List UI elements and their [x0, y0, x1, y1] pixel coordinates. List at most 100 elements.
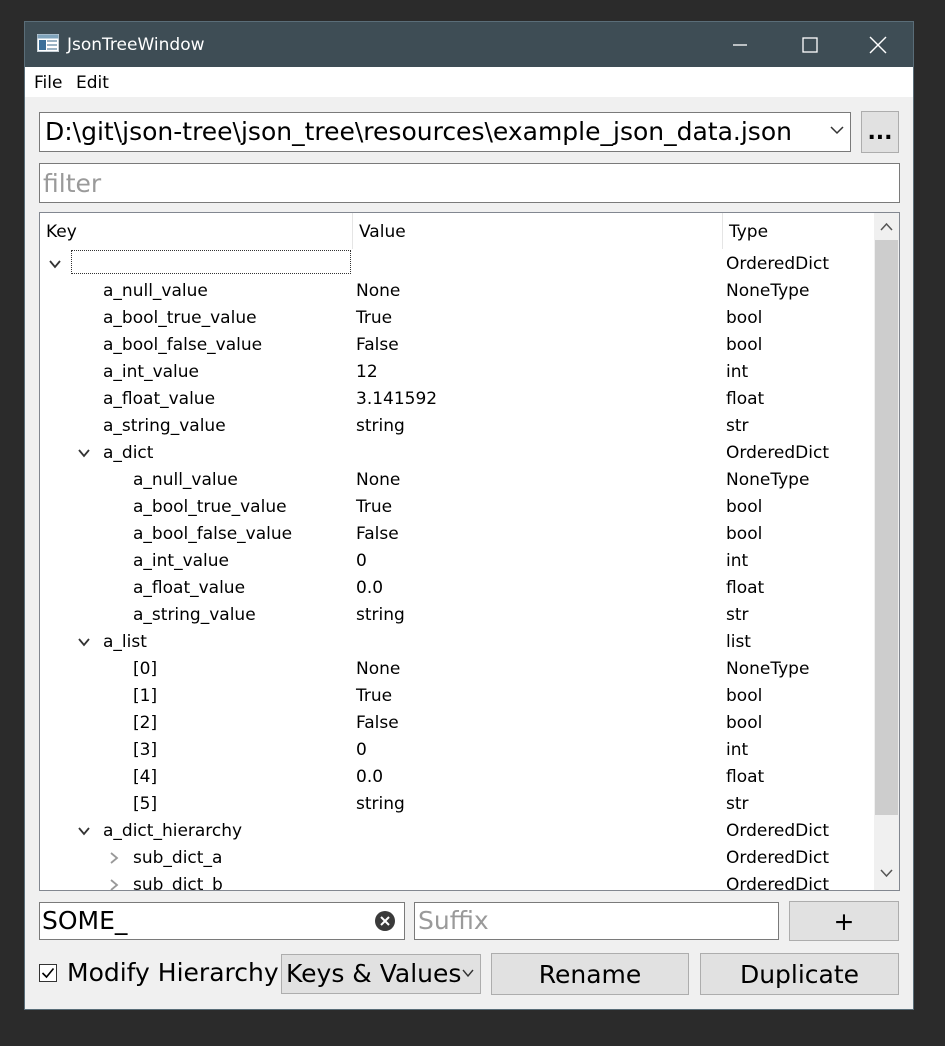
- chevron-down-icon[interactable]: [77, 635, 91, 649]
- row-key: a_null_value: [103, 281, 208, 301]
- tree-row[interactable]: [4] 0.0 float: [40, 764, 874, 791]
- row-key: a_bool_false_value: [103, 335, 263, 355]
- row-type: list: [726, 632, 751, 652]
- scroll-up-icon[interactable]: [880, 222, 893, 231]
- tree-row[interactable]: a_string_value string str: [40, 602, 874, 629]
- add-button[interactable]: +: [789, 901, 899, 941]
- row-value: 0.0: [356, 767, 384, 787]
- file-path-combo[interactable]: D:\git\json-tree\json_tree\resources\exa…: [39, 112, 851, 152]
- row-key: a_dict_hierarchy: [103, 821, 243, 841]
- row-key: sub_dict_b: [133, 875, 223, 891]
- chevron-right-icon[interactable]: [107, 851, 121, 865]
- rename-mode-combo[interactable]: Keys & Values: [281, 954, 481, 994]
- rename-button[interactable]: Rename: [491, 953, 689, 995]
- maximize-button[interactable]: [775, 22, 845, 67]
- json-tree-view[interactable]: Key Value Type OrderedDict a_null_value No…: [39, 212, 900, 891]
- modify-hierarchy-checkbox[interactable]: [39, 964, 57, 982]
- tree-row[interactable]: a_string_value string str: [40, 413, 874, 440]
- row-type: float: [726, 578, 765, 598]
- row-type: float: [726, 389, 765, 409]
- close-button[interactable]: [843, 22, 913, 67]
- key-edit-input[interactable]: [71, 250, 351, 274]
- row-key: [5]: [133, 794, 158, 814]
- row-value: string: [356, 416, 405, 436]
- row-type: int: [726, 740, 749, 760]
- tree-row[interactable]: sub_dict_a OrderedDict: [40, 845, 874, 872]
- tree-row[interactable]: a_float_value 3.141592 float: [40, 386, 874, 413]
- row-type: NoneType: [726, 281, 810, 301]
- row-type: bool: [726, 335, 763, 355]
- tree-row[interactable]: [5] string str: [40, 791, 874, 818]
- prefix-input[interactable]: SOME_: [39, 902, 405, 940]
- chevron-down-icon[interactable]: [77, 446, 91, 460]
- minimize-icon: [733, 43, 747, 46]
- menu-edit[interactable]: Edit: [76, 73, 109, 93]
- chevron-down-icon: [830, 126, 844, 135]
- tree-row[interactable]: a_int_value 0 int: [40, 548, 874, 575]
- chevron-down-icon[interactable]: [48, 257, 62, 271]
- scrollbar-thumb[interactable]: [875, 240, 898, 815]
- column-header-key[interactable]: Key: [40, 213, 352, 249]
- menu-bar: File Edit: [25, 67, 913, 97]
- row-type: float: [726, 767, 765, 787]
- row-key: a_float_value: [133, 578, 246, 598]
- menu-file[interactable]: File: [34, 73, 62, 93]
- minimize-button[interactable]: [705, 22, 775, 67]
- filter-input[interactable]: filter: [39, 163, 900, 203]
- row-key: [0]: [133, 659, 158, 679]
- row-value: False: [356, 713, 399, 733]
- row-key: a_string_value: [133, 605, 256, 625]
- window-title: JsonTreeWindow: [67, 35, 205, 55]
- tree-row[interactable]: [2] False bool: [40, 710, 874, 737]
- row-key: a_dict: [103, 443, 154, 463]
- row-type: str: [726, 794, 749, 814]
- row-key: [1]: [133, 686, 158, 706]
- tree-row[interactable]: a_int_value 12 int: [40, 359, 874, 386]
- tree-row[interactable]: a_dict_hierarchy OrderedDict: [40, 818, 874, 845]
- chevron-right-icon[interactable]: [107, 878, 121, 891]
- row-key: [2]: [133, 713, 158, 733]
- tree-row[interactable]: a_null_value None NoneType: [40, 467, 874, 494]
- tree-row[interactable]: sub_dict_b OrderedDict: [40, 872, 874, 891]
- clear-icon[interactable]: [375, 911, 395, 931]
- duplicate-button[interactable]: Duplicate: [700, 953, 899, 995]
- row-type: bool: [726, 713, 763, 733]
- row-value: False: [356, 335, 399, 355]
- tree-row[interactable]: a_bool_false_value False bool: [40, 332, 874, 359]
- modify-hierarchy-label[interactable]: Modify Hierarchy: [67, 958, 279, 987]
- row-key: a_int_value: [133, 551, 230, 571]
- vertical-scrollbar[interactable]: [874, 213, 899, 890]
- tree-row[interactable]: a_list list: [40, 629, 874, 656]
- title-bar[interactable]: JsonTreeWindow: [25, 22, 913, 67]
- row-type: OrderedDict: [726, 875, 830, 891]
- tree-row[interactable]: a_null_value None NoneType: [40, 278, 874, 305]
- tree-row[interactable]: [0] None NoneType: [40, 656, 874, 683]
- row-key: [4]: [133, 767, 158, 787]
- suffix-input[interactable]: Suffix: [414, 902, 779, 940]
- tree-row[interactable]: a_bool_false_value False bool: [40, 521, 874, 548]
- browse-button[interactable]: ...: [861, 111, 899, 153]
- chevron-down-icon[interactable]: [77, 824, 91, 838]
- row-key: a_list: [103, 632, 147, 652]
- app-icon: [37, 34, 59, 52]
- row-value: 0.0: [356, 578, 384, 598]
- chevron-down-icon: [462, 969, 474, 977]
- tree-row[interactable]: a_dict OrderedDict: [40, 440, 874, 467]
- row-type: int: [726, 551, 749, 571]
- tree-row[interactable]: [1] True bool: [40, 683, 874, 710]
- column-header-type[interactable]: Type: [723, 213, 874, 249]
- tree-row[interactable]: a_bool_true_value True bool: [40, 494, 874, 521]
- column-header-value[interactable]: Value: [353, 213, 722, 249]
- scroll-down-icon[interactable]: [880, 869, 893, 878]
- tree-row[interactable]: OrderedDict: [40, 250, 874, 278]
- tree-row[interactable]: a_float_value 0.0 float: [40, 575, 874, 602]
- row-value: None: [356, 281, 401, 301]
- row-type: OrderedDict: [726, 254, 830, 274]
- row-key: sub_dict_a: [133, 848, 223, 868]
- row-value: False: [356, 524, 399, 544]
- row-type: bool: [726, 497, 763, 517]
- rename-mode-value: Keys & Values: [286, 959, 462, 988]
- tree-row[interactable]: a_bool_true_value True bool: [40, 305, 874, 332]
- tree-row[interactable]: [3] 0 int: [40, 737, 874, 764]
- prefix-value: SOME_: [42, 906, 128, 935]
